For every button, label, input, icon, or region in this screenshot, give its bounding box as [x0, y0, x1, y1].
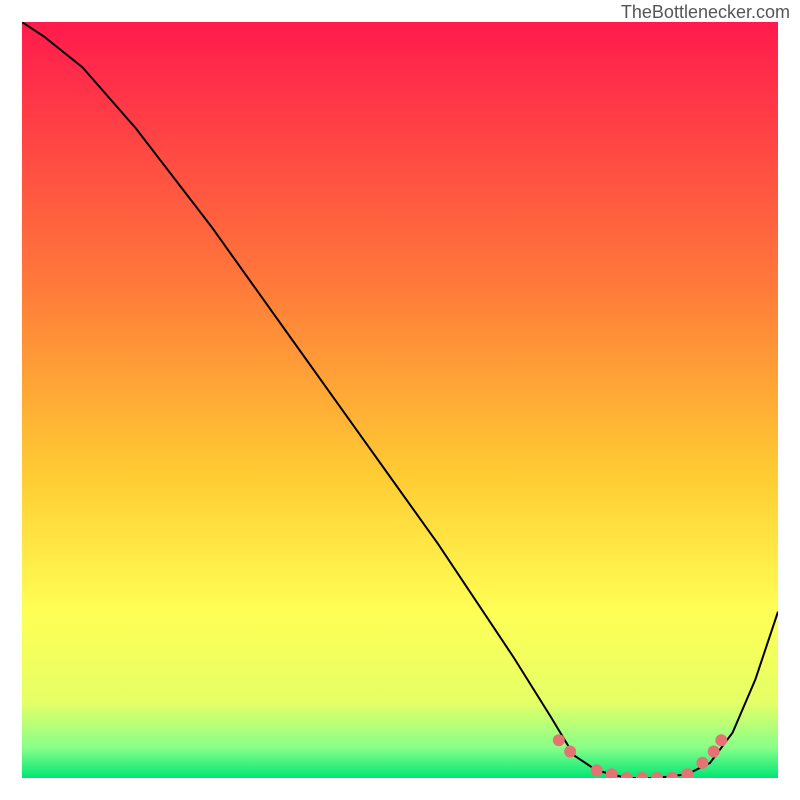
marker-dot: [715, 734, 727, 746]
chart-svg: [22, 22, 778, 778]
watermark-text: TheBottlenecker.com: [621, 2, 790, 23]
marker-dot: [553, 734, 565, 746]
chart-container: TheBottlenecker.com: [0, 0, 800, 800]
chart-plot-area: [22, 22, 778, 778]
marker-dot: [564, 746, 576, 758]
gradient-background: [22, 22, 778, 778]
marker-dot: [708, 746, 720, 758]
marker-dot: [591, 764, 603, 776]
marker-dot: [696, 757, 708, 769]
